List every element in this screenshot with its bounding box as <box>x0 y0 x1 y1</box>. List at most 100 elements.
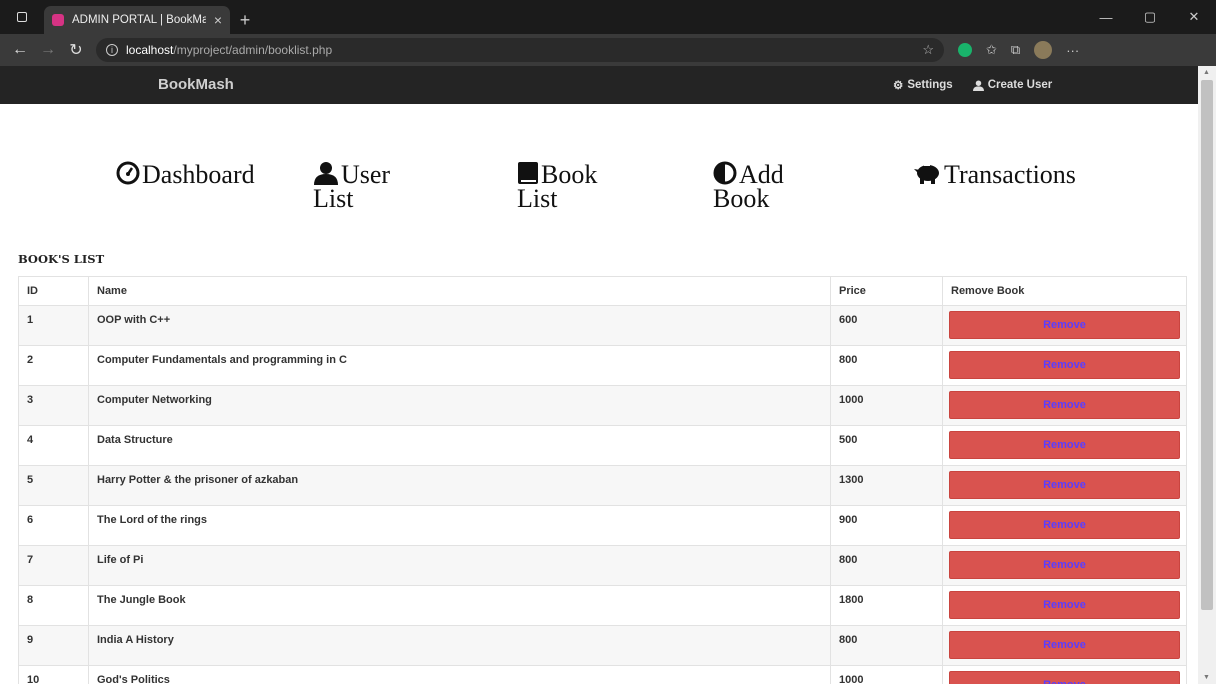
remove-book-button[interactable]: Remove <box>949 551 1180 579</box>
remove-book-button[interactable]: Remove <box>949 671 1180 684</box>
remove-book-button[interactable]: Remove <box>949 311 1180 339</box>
more-icon[interactable]: ··· <box>1066 43 1079 58</box>
book-price: 1000 <box>830 385 943 426</box>
page-scrollbar[interactable]: ▲ ▼ <box>1198 66 1216 684</box>
book-name: The Lord of the rings <box>88 505 831 546</box>
table-row: 4 Data Structure 500 Remove <box>18 425 1187 466</box>
collections-icon[interactable]: ⧉ <box>1011 42 1020 58</box>
table-row: 7 Life of Pi 800 Remove <box>18 545 1187 586</box>
book-name: Computer Fundamentals and programming in… <box>88 345 831 386</box>
favorites-icon[interactable]: ✩ <box>986 42 997 58</box>
favicon-icon <box>52 14 64 26</box>
book-name: Data Structure <box>88 425 831 466</box>
nav-add-book[interactable]: Add Book <box>713 161 813 212</box>
browser-tools: ✩ ⧉ ··· <box>958 41 1079 59</box>
book-name: India A History <box>88 625 831 666</box>
header-links: ⚙ Settings Create User <box>893 78 1052 92</box>
site-header: BookMash ⚙ Settings Create User <box>0 66 1198 104</box>
settings-label: Settings <box>907 79 953 91</box>
nav-transactions-label: Transactions <box>944 160 1076 189</box>
column-header-id: ID <box>18 276 89 306</box>
book-price: 1000 <box>830 665 943 684</box>
profile-avatar[interactable] <box>1034 41 1053 59</box>
book-id: 1 <box>18 305 89 346</box>
close-tab-icon[interactable]: × <box>214 12 222 28</box>
column-header-remove: Remove Book <box>942 276 1187 306</box>
table-row: 10 God's Politics 1000 Remove <box>18 665 1187 684</box>
tab-title: ADMIN PORTAL | BookMash <box>72 14 206 26</box>
book-name: OOP with C++ <box>88 305 831 346</box>
remove-book-button[interactable]: Remove <box>949 631 1180 659</box>
create-user-label: Create User <box>987 79 1053 91</box>
nav-user-list[interactable]: User List <box>313 161 423 212</box>
nav-transactions[interactable]: Transactions <box>912 160 1076 189</box>
browser-tab[interactable]: ADMIN PORTAL | BookMash × <box>44 6 230 34</box>
remove-book-button[interactable]: Remove <box>949 511 1180 539</box>
book-name: Harry Potter & the prisoner of azkaban <box>88 465 831 506</box>
book-price: 600 <box>830 305 943 346</box>
favorite-icon[interactable]: ☆ <box>922 42 934 58</box>
book-name: Computer Networking <box>88 385 831 426</box>
book-id: 4 <box>18 425 89 466</box>
refresh-button[interactable]: ↻ <box>62 36 90 64</box>
piggy-bank-icon <box>914 164 939 184</box>
book-price: 800 <box>830 545 943 586</box>
site-info-icon[interactable]: i <box>106 44 118 56</box>
browser-toolbar: ← → ↻ i localhost/myproject/admin/bookli… <box>0 34 1216 66</box>
book-price: 900 <box>830 505 943 546</box>
book-id: 10 <box>18 665 89 684</box>
book-id: 6 <box>18 505 89 546</box>
close-window-icon[interactable]: ✕ <box>1172 0 1216 34</box>
book-price: 800 <box>830 345 943 386</box>
remove-book-button[interactable]: Remove <box>949 351 1180 379</box>
nav-dashboard-label: Dashboard <box>142 160 255 189</box>
table-row: 2 Computer Fundamentals and programming … <box>18 345 1187 386</box>
book-id: 2 <box>18 345 89 386</box>
book-price: 1800 <box>830 585 943 626</box>
back-button[interactable]: ← <box>6 36 34 64</box>
book-name: Life of Pi <box>88 545 831 586</box>
adjust-icon <box>713 161 737 185</box>
scroll-up-icon[interactable]: ▲ <box>1203 69 1210 76</box>
maximize-icon[interactable]: ▢ <box>1128 0 1172 34</box>
scrollbar-thumb[interactable] <box>1201 80 1213 610</box>
settings-link[interactable]: ⚙ Settings <box>893 78 953 92</box>
create-user-link[interactable]: Create User <box>972 78 1053 92</box>
dashboard-icon <box>116 161 140 185</box>
new-tab-button[interactable]: + <box>230 6 260 34</box>
gear-icon: ⚙ <box>893 80 904 92</box>
remove-book-button[interactable]: Remove <box>949 431 1180 459</box>
book-icon <box>518 162 538 184</box>
table-header-row: ID Name Price Remove Book <box>18 276 1187 306</box>
window-controls: — ▢ ✕ <box>1084 0 1216 34</box>
url-path: /myproject/admin/booklist.php <box>173 43 333 57</box>
brand-logo[interactable]: BookMash <box>158 76 234 93</box>
table-row: 3 Computer Networking 1000 Remove <box>18 385 1187 426</box>
column-header-price: Price <box>830 276 943 306</box>
book-id: 7 <box>18 545 89 586</box>
forward-button[interactable]: → <box>34 36 62 64</box>
remove-book-button[interactable]: Remove <box>949 591 1180 619</box>
nav-book-list[interactable]: Book List <box>517 161 627 212</box>
address-bar[interactable]: i localhost/myproject/admin/booklist.php… <box>96 38 944 62</box>
book-price: 800 <box>830 625 943 666</box>
table-row: 9 India A History 800 Remove <box>18 625 1187 666</box>
nav-dashboard[interactable]: Dashboard <box>116 160 255 189</box>
user-icon <box>972 79 984 91</box>
column-header-name: Name <box>88 276 831 306</box>
book-id: 3 <box>18 385 89 426</box>
remove-book-button[interactable]: Remove <box>949 471 1180 499</box>
remove-book-button[interactable]: Remove <box>949 391 1180 419</box>
book-id: 5 <box>18 465 89 506</box>
extension-icon[interactable] <box>958 43 972 57</box>
book-price: 500 <box>830 425 943 466</box>
table-row: 8 The Jungle Book 1800 Remove <box>18 585 1187 626</box>
book-id: 9 <box>18 625 89 666</box>
user-icon <box>314 162 338 185</box>
window-menu-icon[interactable] <box>0 0 44 34</box>
minimize-icon[interactable]: — <box>1084 0 1128 34</box>
scroll-down-icon[interactable]: ▼ <box>1203 674 1210 681</box>
table-row: 1 OOP with C++ 600 Remove <box>18 305 1187 346</box>
browser-titlebar: ADMIN PORTAL | BookMash × + — ▢ ✕ <box>0 0 1216 34</box>
table-row: 5 Harry Potter & the prisoner of azkaban… <box>18 465 1187 506</box>
